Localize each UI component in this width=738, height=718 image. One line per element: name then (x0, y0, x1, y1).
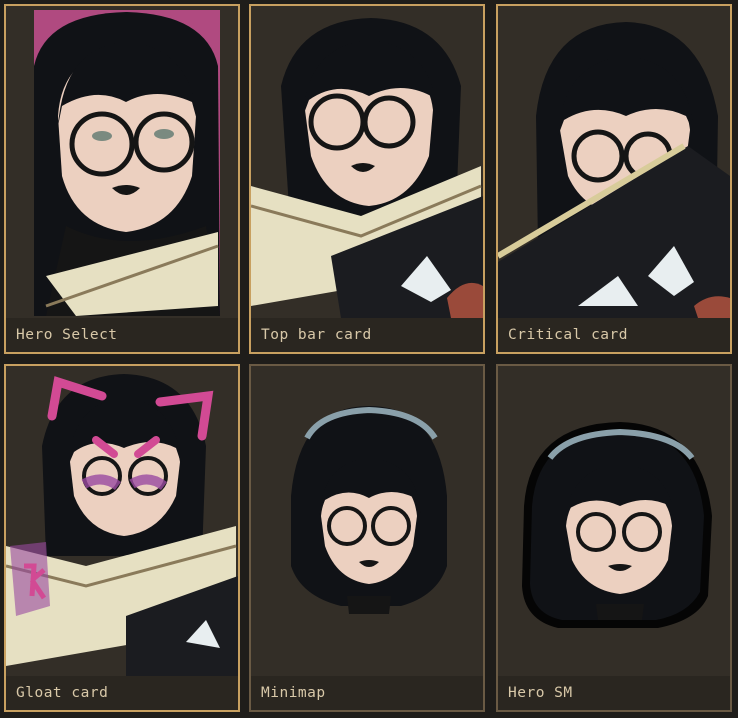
card-label: Gloat card (6, 676, 238, 710)
minimap-portrait (291, 406, 447, 614)
card-label: Hero SM (498, 676, 730, 710)
top-bar-portrait (251, 18, 483, 318)
hero-select-portrait (34, 10, 220, 316)
card-label: Top bar card (251, 318, 483, 352)
card-hero-sm[interactable]: Hero SM (496, 364, 732, 712)
hero-sm-portrait (522, 422, 712, 628)
card-top-bar[interactable]: Top bar card (249, 4, 485, 354)
card-label: Hero Select (6, 318, 238, 352)
portrait-grid: Hero Select Top bar card Critical card G… (0, 0, 738, 718)
card-label: Critical card (498, 318, 730, 352)
card-hero-select[interactable]: Hero Select (4, 4, 240, 354)
card-critical[interactable]: Critical card (496, 4, 732, 354)
card-minimap[interactable]: Minimap (249, 364, 485, 712)
card-gloat[interactable]: Gloat card (4, 364, 240, 712)
gloat-portrait (6, 374, 238, 676)
card-label: Minimap (251, 676, 483, 710)
critical-portrait (498, 22, 730, 318)
